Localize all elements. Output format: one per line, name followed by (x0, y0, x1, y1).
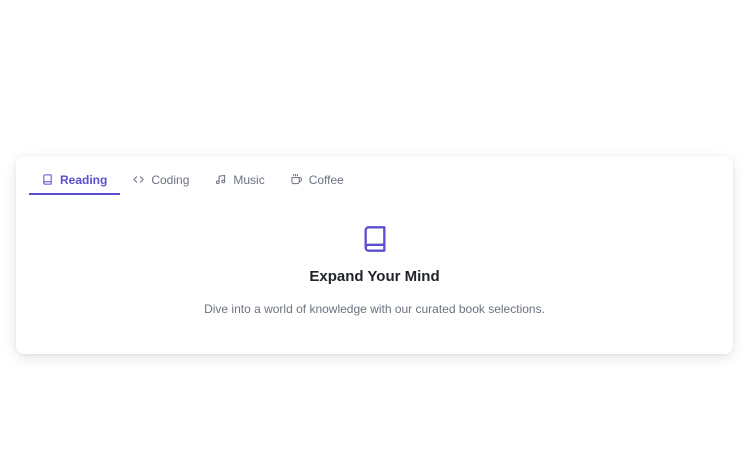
book-icon (42, 174, 53, 185)
code-icon (133, 174, 144, 185)
tab-label: Coding (151, 172, 190, 187)
tabs-card: Reading Coding Music Coffee Expand Your … (16, 156, 733, 354)
panel-description: Dive into a world of knowledge with our … (204, 302, 545, 316)
tab-reading[interactable]: Reading (29, 164, 121, 195)
coffee-cup-icon (291, 174, 302, 185)
tab-label: Coffee (308, 172, 344, 187)
book-icon (364, 226, 385, 252)
tab-music[interactable]: Music (202, 164, 277, 195)
tab-panel: Expand Your Mind Dive into a world of kn… (16, 224, 733, 316)
tab-label: Reading (60, 172, 108, 187)
tab-coding[interactable]: Coding (120, 164, 202, 195)
music-note-icon (215, 174, 226, 185)
panel-title: Expand Your Mind (309, 268, 440, 285)
tab-label: Music (233, 172, 265, 187)
tab-bar: Reading Coding Music Coffee (29, 164, 357, 195)
tab-coffee[interactable]: Coffee (278, 164, 357, 195)
